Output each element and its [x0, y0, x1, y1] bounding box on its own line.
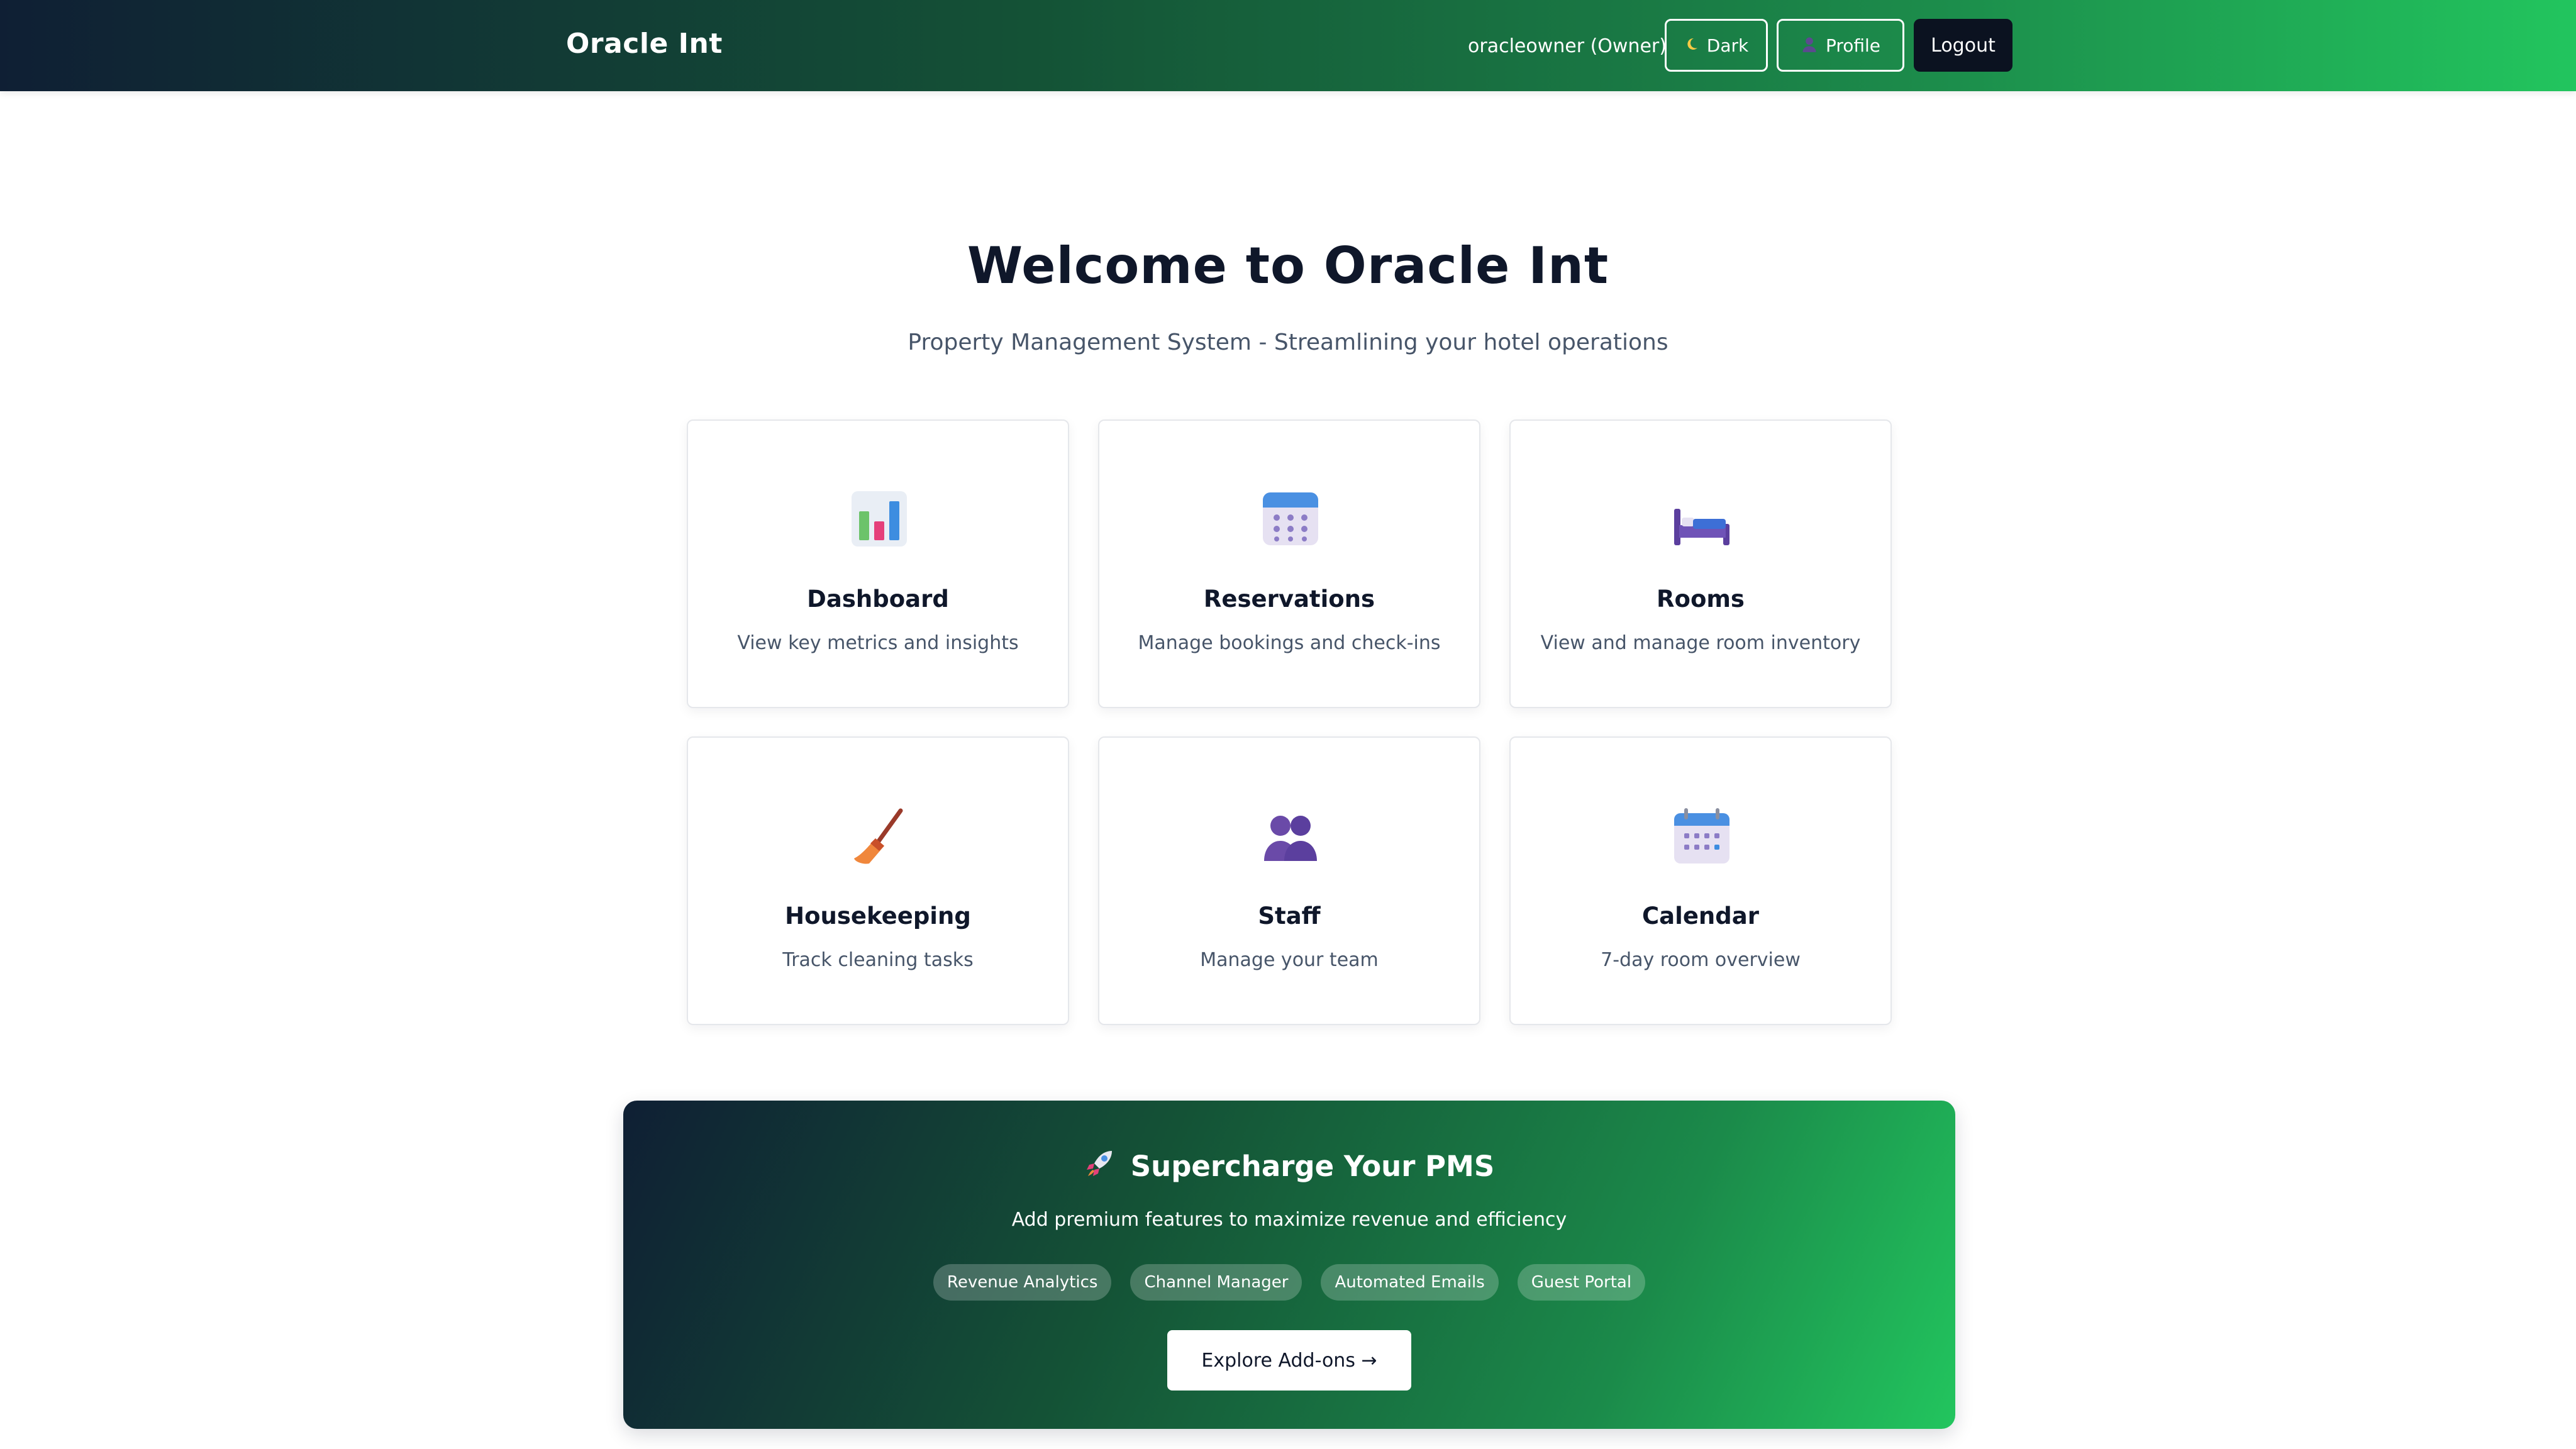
profile-label: Profile	[1825, 35, 1881, 56]
profile-button[interactable]: Profile	[1777, 19, 1904, 72]
spiral-calendar-icon	[1673, 807, 1731, 865]
promo-subtitle: Add premium features to maximize revenue…	[1011, 1209, 1567, 1231]
chip-guest-portal: Guest Portal	[1517, 1264, 1646, 1301]
broom-icon	[850, 807, 908, 865]
rocket-icon	[1084, 1147, 1116, 1185]
chip-revenue-analytics: Revenue Analytics	[933, 1264, 1112, 1301]
rooms-card-desc: View and manage room inventory	[1540, 632, 1861, 654]
calendar-card-title: Calendar	[1642, 902, 1759, 930]
housekeeping-card[interactable]: Housekeeping Track cleaning tasks	[687, 736, 1069, 1025]
chip-channel-manager: Channel Manager	[1130, 1264, 1302, 1301]
calendar-card-desc: 7-day room overview	[1601, 949, 1801, 971]
promo-title: Supercharge Your PMS	[1130, 1150, 1495, 1183]
bar-chart-icon	[850, 490, 908, 548]
user-icon	[1801, 35, 1818, 55]
reservations-card[interactable]: Reservations Manage bookings and check-i…	[1098, 419, 1480, 708]
top-navbar: Oracle Int oracleowner (Owner) Dark Prof…	[0, 0, 2576, 91]
people-icon	[1262, 807, 1319, 865]
promo-title-row: Supercharge Your PMS	[623, 1147, 1955, 1185]
moon-icon	[1684, 36, 1699, 54]
housekeeping-card-desc: Track cleaning tasks	[782, 949, 974, 971]
dashboard-card-desc: View key metrics and insights	[737, 632, 1019, 654]
housekeeping-card-title: Housekeeping	[785, 902, 971, 930]
reservations-card-desc: Manage bookings and check-ins	[1138, 632, 1441, 654]
calendar-card[interactable]: Calendar 7-day room overview	[1509, 736, 1892, 1025]
logout-button[interactable]: Logout	[1914, 19, 2012, 72]
staff-card-desc: Manage your team	[1200, 949, 1379, 971]
page-subtitle: Property Management System - Streamlinin…	[908, 330, 1668, 355]
dark-mode-button[interactable]: Dark	[1665, 19, 1768, 72]
reservations-card-title: Reservations	[1203, 586, 1375, 613]
staff-card[interactable]: Staff Manage your team	[1098, 736, 1480, 1025]
page-title: Welcome to Oracle Int	[967, 236, 1609, 295]
bed-icon	[1673, 490, 1731, 548]
staff-card-title: Staff	[1258, 902, 1321, 930]
rooms-card-title: Rooms	[1657, 586, 1745, 613]
addons-promo-banner: Supercharge Your PMS Add premium feature…	[623, 1101, 1955, 1429]
chip-automated-emails: Automated Emails	[1321, 1264, 1499, 1301]
explore-addons-button[interactable]: Explore Add-ons →	[1167, 1330, 1411, 1391]
calendar-grid-icon	[1262, 490, 1319, 548]
dashboard-card[interactable]: Dashboard View key metrics and insights	[687, 419, 1069, 708]
rooms-card[interactable]: Rooms View and manage room inventory	[1509, 419, 1892, 708]
current-user-label: oracleowner (Owner)	[1468, 35, 1667, 57]
dashboard-card-title: Dashboard	[807, 586, 949, 613]
brand-title[interactable]: Oracle Int	[566, 28, 723, 60]
feature-chips: Revenue Analytics Channel Manager Automa…	[623, 1264, 1955, 1301]
dark-mode-label: Dark	[1706, 35, 1749, 56]
